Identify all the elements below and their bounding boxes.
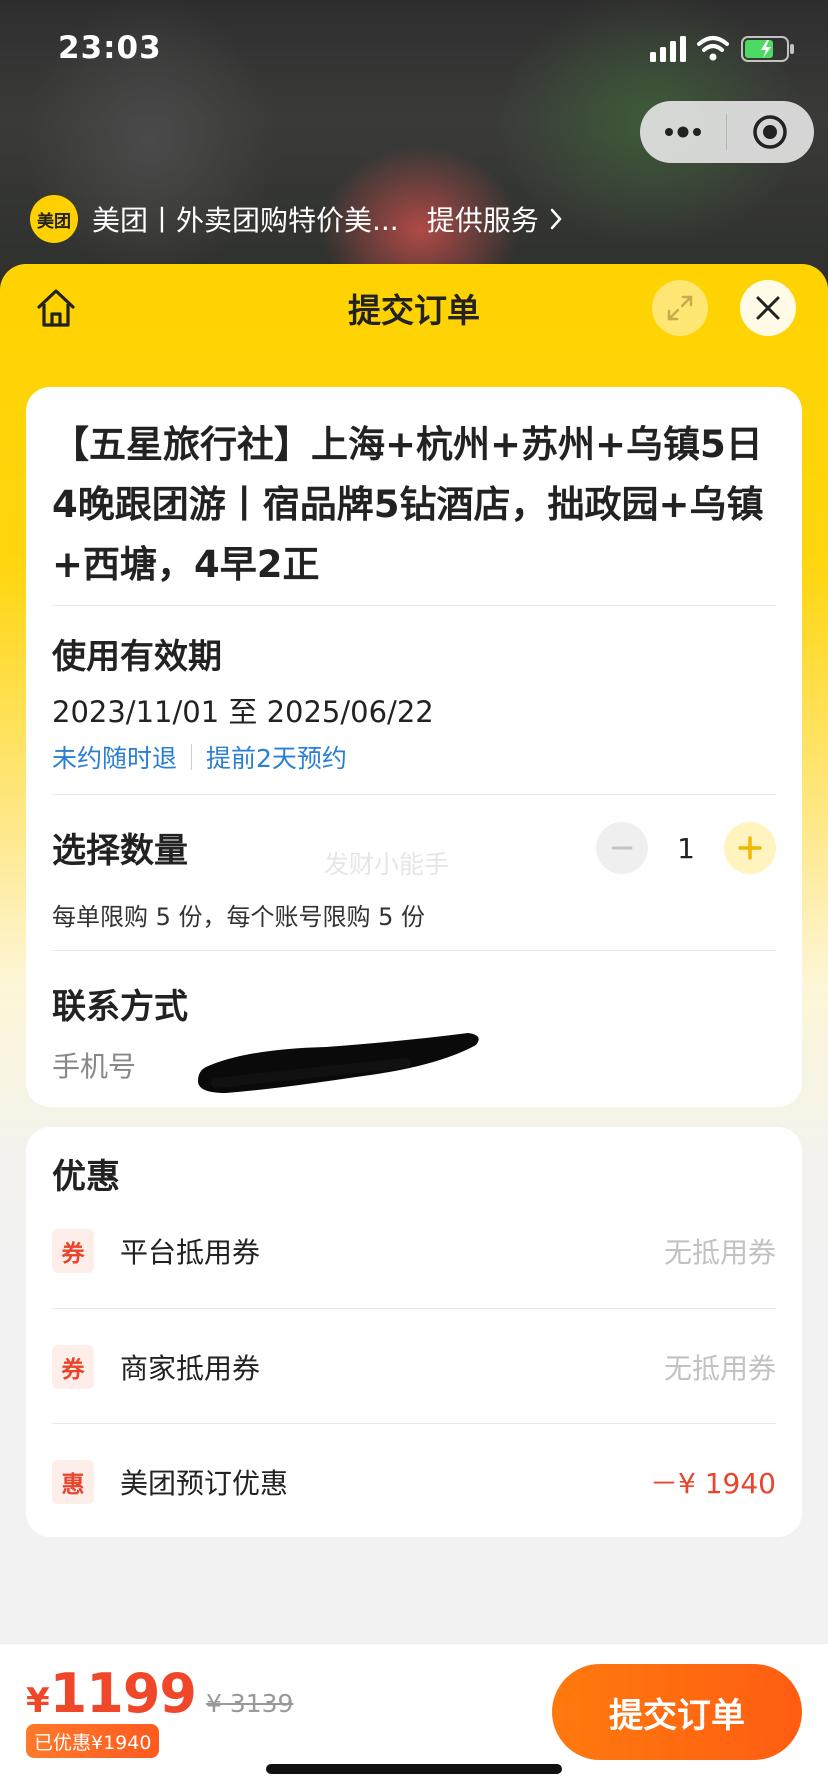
row-label: 美团预订优惠	[120, 1467, 289, 1500]
phone-number-redaction[interactable]	[186, 1023, 486, 1103]
coupon-badge: 券	[52, 1345, 94, 1389]
expand-icon	[667, 295, 693, 321]
exit-miniprogram-button[interactable]	[727, 101, 813, 163]
row-value: 无抵用券	[663, 1236, 776, 1269]
capsule-menu	[640, 101, 814, 163]
discounts-title: 优惠	[52, 1157, 120, 1197]
plus-icon	[738, 836, 762, 860]
meituan-logo: 美团	[30, 195, 78, 243]
purchase-limit-text: 每单限购 5 份，每个账号限购 5 份	[52, 903, 426, 931]
price-summary: ¥ 1199 ¥ 3139	[26, 1662, 293, 1725]
status-time: 23:03	[58, 30, 162, 66]
increase-button[interactable]	[724, 822, 776, 874]
close-icon	[756, 296, 780, 320]
booking-policy: 未约随时退 提前2天预约	[52, 739, 347, 775]
coupon-badge: 券	[52, 1229, 94, 1273]
divider	[52, 1423, 776, 1424]
close-button[interactable]	[740, 280, 796, 336]
mini-program-bar[interactable]: 美团 美团丨外卖团购特价美... 提供服务	[30, 194, 563, 244]
phone-label: 手机号	[52, 1050, 137, 1083]
saved-amount-badge: 已优惠¥1940	[26, 1724, 160, 1758]
discounts-card: 优惠 券 平台抵用券 无抵用券 券 商家抵用券 无抵用券 惠 美团预订优惠 －¥…	[26, 1127, 802, 1537]
target-circle-icon	[753, 115, 787, 149]
row-label: 商家抵用券	[120, 1352, 261, 1385]
sheet-header: 提交订单	[0, 264, 828, 348]
more-dots-icon	[665, 126, 701, 138]
original-price: ¥ 3139	[205, 1689, 294, 1718]
validity-dates: 2023/11/01 至 2025/06/22	[52, 695, 434, 729]
more-button[interactable]	[640, 101, 726, 163]
status-bar: 23:03	[0, 0, 828, 100]
merchant-coupon-row[interactable]: 券 商家抵用券 无抵用券	[52, 1337, 776, 1397]
currency-symbol: ¥	[26, 1681, 50, 1721]
divider	[52, 605, 776, 606]
home-indicator	[266, 1764, 562, 1774]
service-provider-link[interactable]: 提供服务	[427, 199, 539, 239]
product-title: 【五星旅行社】上海+杭州+苏州+乌镇5日4晚跟团游丨宿品牌5钻酒店，拙政园+乌镇…	[52, 423, 764, 586]
wifi-icon	[697, 36, 729, 61]
expand-button[interactable]	[652, 280, 708, 336]
decrease-button[interactable]	[596, 822, 648, 874]
quantity-stepper: 1	[596, 822, 776, 874]
quantity-label: 选择数量	[52, 831, 188, 871]
order-details-card: 【五星旅行社】上海+杭州+苏州+乌镇5日4晚跟团游丨宿品牌5钻酒店，拙政园+乌镇…	[26, 387, 802, 1107]
mini-program-name: 美团丨外卖团购特价美...	[92, 204, 399, 237]
refund-policy-tag: 未约随时退	[52, 744, 178, 773]
quantity-value: 1	[677, 831, 695, 865]
watermark: 发财小能手	[324, 850, 450, 879]
signal-icon	[650, 36, 686, 62]
policy-separator	[191, 744, 193, 770]
divider	[52, 950, 776, 951]
platform-coupon-row[interactable]: 券 平台抵用券 无抵用券	[52, 1221, 776, 1281]
submit-order-button[interactable]: 提交订单	[552, 1664, 802, 1760]
divider	[52, 1308, 776, 1309]
minus-icon	[611, 846, 633, 850]
row-label: 平台抵用券	[120, 1236, 261, 1269]
chevron-right-icon	[550, 208, 562, 230]
booking-discount-row[interactable]: 惠 美团预订优惠 －¥ 1940	[52, 1452, 776, 1512]
battery-icon	[741, 36, 794, 62]
final-price: 1199	[49, 1662, 197, 1725]
booking-advance-tag: 提前2天预约	[206, 744, 347, 773]
discount-amount: －¥ 1940	[650, 1467, 776, 1500]
divider	[52, 794, 776, 795]
row-value: 无抵用券	[663, 1352, 776, 1385]
discount-badge: 惠	[52, 1460, 94, 1504]
contact-label: 联系方式	[52, 987, 188, 1027]
validity-label: 使用有效期	[52, 637, 222, 677]
